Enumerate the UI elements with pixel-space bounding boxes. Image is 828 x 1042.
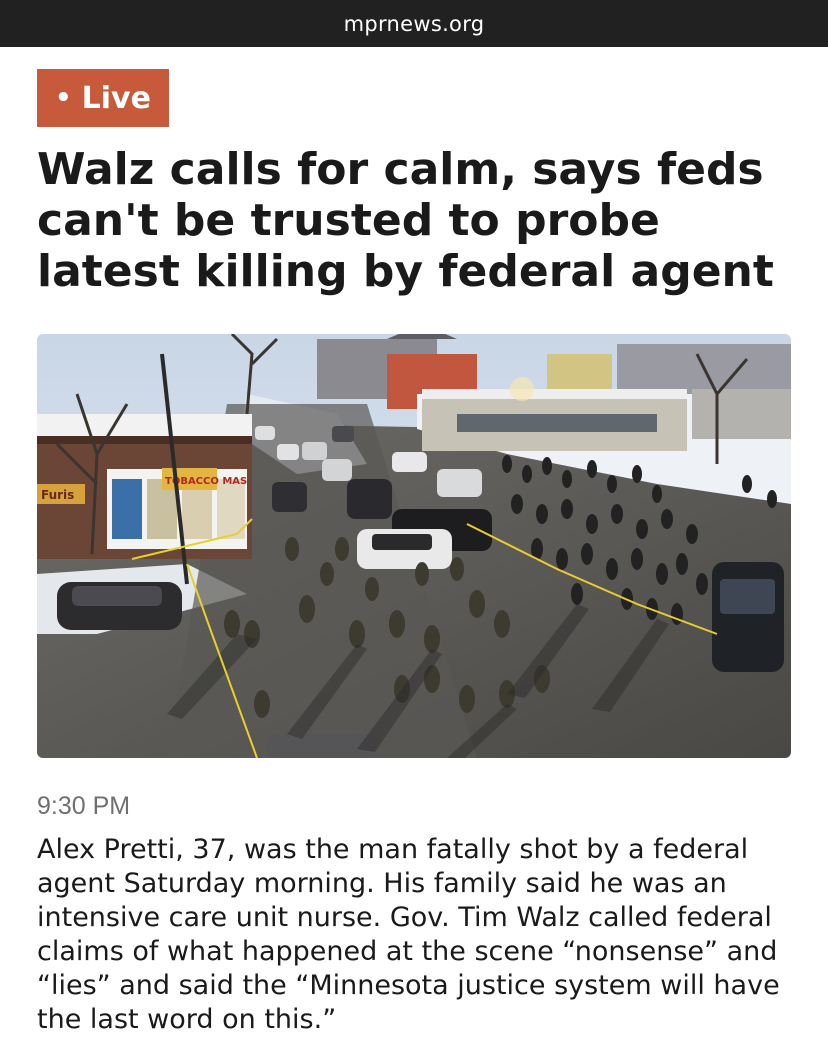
live-dot-icon: • [55,83,72,113]
url-text: mprnews.org [343,11,485,36]
live-badge-label: Live [81,80,151,116]
address-bar[interactable]: mprnews.org [0,0,828,47]
live-badge: • Live [37,69,169,127]
article-headline[interactable]: Walz calls for calm, says feds can't be … [37,144,797,297]
article-photo[interactable]: Furis TOBACCO MAS [37,334,791,758]
post-timestamp: 9:30 PM [37,792,131,820]
article-summary: Alex Pretti, 37, was the man fatally sho… [37,834,780,1035]
shop-sign-left: Furis [41,488,74,502]
